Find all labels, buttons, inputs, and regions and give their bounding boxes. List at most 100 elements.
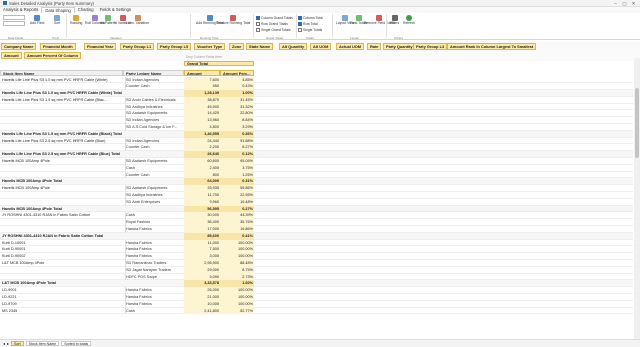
remove-running-total-button[interactable]: Remove Running Total xyxy=(216,15,250,26)
field-chip[interactable]: Financial Month xyxy=(40,43,76,50)
table-row[interactable]: SD Jagat Narayan Traders 29,000 8.75% xyxy=(0,266,633,274)
column-header-party-ledger[interactable]: Party Ledger Name xyxy=(123,70,184,76)
close-icon[interactable]: ✕ xyxy=(629,0,638,7)
table-row[interactable]: Kurti D-90002 Harsha Fabrics 3,000 100.00% xyxy=(0,253,633,261)
field-chip[interactable]: Zone xyxy=(229,43,245,50)
field-chip[interactable]: Party Group L1 xyxy=(120,43,155,50)
table-row[interactable]: Counter Cash 2,200 8.27% xyxy=(0,144,633,152)
table-row[interactable]: Cash 2,400 3.75% xyxy=(0,164,633,172)
stock-item-cell: MS 2345 xyxy=(2,308,18,313)
stock-item-cell: JY ROSHNI 4301-4310 RJAN in Fabric Satin… xyxy=(2,213,90,218)
table-row[interactable]: Havells MCB 100Amp 4Pole SD Aadarsh Equip… xyxy=(0,185,633,193)
table-row[interactable]: HDFC POS Swipe 9,090 2.73% xyxy=(0,273,633,281)
amount-cell: 60,600 xyxy=(184,158,220,165)
sheet-tab[interactable]: Sorted in totals xyxy=(61,341,92,346)
table-row[interactable]: LD-9221 Harsha Fabrics 21,000 100.00% xyxy=(0,294,633,301)
field-chip[interactable]: Voucher Type xyxy=(194,43,226,50)
total-row[interactable]: L&T MCB 100Amp 4Pole Total 3,33,578 1.60% xyxy=(0,280,633,288)
table-row[interactable]: L&T MCB 100Amp 4Pole SD Ramanlinax Trader… xyxy=(0,260,633,267)
total-row[interactable]: JY ROSHNI 4301-4310 RJAN in Fabric Satin… xyxy=(0,232,633,240)
column-header-amount[interactable]: Amount xyxy=(184,70,220,76)
minimize-icon[interactable]: – xyxy=(611,0,620,7)
table-row[interactable]: SD Aadhya Industries 11,700 22.55% xyxy=(0,192,633,199)
data-field-combo[interactable] xyxy=(3,15,25,20)
amount-cell: 17,000 xyxy=(184,226,220,233)
table-row[interactable]: MS 2345 Cash 2,41,800 52.77% xyxy=(0,307,633,315)
table-row[interactable]: Havells Life Line Plus S3 1.5 sq mm PVC … xyxy=(0,96,633,104)
scrollbar-thumb[interactable] xyxy=(635,88,639,158)
total-row[interactable]: Havells Life Line Plus S3 1.5 sq mm PVC … xyxy=(0,130,633,138)
ranking-button[interactable]: Ranking xyxy=(70,15,82,26)
maximize-icon[interactable]: ▢ xyxy=(620,0,629,7)
data-field-combo-2[interactable] xyxy=(3,21,25,26)
sheet-tab[interactable]: Sort xyxy=(11,341,24,346)
table-row[interactable]: Kurti D-10001 Harsha Fabrics 11,000 100.00% xyxy=(0,239,633,247)
amount-cell: 56,595 xyxy=(184,205,220,213)
party-ledger-cell: SD Aadhya Industries xyxy=(125,103,183,111)
field-chip[interactable]: Financial Year xyxy=(84,43,117,50)
table-row[interactable]: SD Aadhya Industries 45,900 31.32% xyxy=(0,103,633,111)
table-row[interactable]: Havells Life Line Plus S3 2.5 sq mm PVC … xyxy=(0,137,633,145)
stock-item-cell: LD-9709 xyxy=(2,301,17,306)
party-ledger-cell: SD Aadhya Industries xyxy=(125,192,183,199)
party-ledger-cell: Harsha Fabrics xyxy=(125,239,183,247)
filters-button[interactable]: Filters xyxy=(390,15,399,26)
row-grand-totals-check[interactable]: Row Grand Totals xyxy=(256,22,288,26)
table-row[interactable]: Kurti D-90001 Harsha Fabrics 7,500 100.00% xyxy=(0,246,633,254)
nav-left-icon[interactable]: ◂ xyxy=(3,341,5,346)
total-row[interactable]: Havells Life Line Plus S3 2.5 sq mm PVC … xyxy=(0,151,633,159)
field-chip[interactable]: State Name xyxy=(246,43,274,50)
table-row[interactable]: Counter Cash 800 1.25% xyxy=(0,171,633,179)
field-chip[interactable]: Party Quantity xyxy=(383,43,416,50)
table-row[interactable]: Harsha Fabrics 17,000 19.86% xyxy=(0,226,633,233)
field-chip[interactable]: Party Group L5 xyxy=(157,43,192,50)
total-row[interactable]: Havells MCB 100Amp 4Pole Total 64,000 0.31… xyxy=(0,178,633,186)
table-row[interactable]: Royal Fashion 36,400 35.76% xyxy=(0,219,633,227)
add-field-button[interactable]: Add Field xyxy=(30,15,44,26)
amount-percent-cell: 100.00% xyxy=(220,253,254,261)
amount-cell: 3,000 xyxy=(184,253,220,261)
party-ledger-cell: Harsha Fabrics xyxy=(125,246,183,253)
total-row[interactable]: Havells Life Line Plus S3 1.0 sq mm PVC … xyxy=(0,90,633,97)
sort-button[interactable]: Sort xyxy=(54,15,60,26)
field-chip[interactable]: Alt Quantity xyxy=(279,43,308,50)
pivot-rows: Havells Life Line Plus S3 1.0 sq mm PVC … xyxy=(0,76,633,315)
table-row[interactable]: Havells Life Line Plus S3 1.0 sq mm PVC … xyxy=(0,76,633,84)
table-row[interactable]: LD-9001 Harsha Fabrics 26,000 100.00% xyxy=(0,287,633,294)
amount-percent-cell: 100.00% xyxy=(220,239,254,247)
table-row[interactable]: Havells MCB 100Amp 4Pole SD Aadarsh Equip… xyxy=(0,158,633,165)
table-row[interactable]: JY ROSHNI 4301-4310 RJAN in Fabric Satin… xyxy=(0,212,633,220)
field-chip[interactable]: Alt UOM xyxy=(310,43,332,50)
table-row[interactable]: SD Indian Agencies 13,960 8.84% xyxy=(0,117,633,125)
table-row[interactable]: Counter Cash 950 0.43% xyxy=(0,83,633,91)
field-chip[interactable]: Company Name xyxy=(1,43,37,50)
column-grand-totals-check[interactable]: Column Grand Totals xyxy=(256,16,293,20)
column-header-stock-item[interactable]: Stock Item Name xyxy=(0,70,123,76)
row-total-check[interactable]: Row Total xyxy=(298,22,318,26)
refresh-button[interactable]: Refresh xyxy=(403,15,415,26)
amount-cell: 3,33,578 xyxy=(184,280,220,288)
single-grand-totals-check[interactable]: Single Grand Totals xyxy=(256,28,291,32)
column-header-amount-percent[interactable]: Amount Perc... xyxy=(220,70,254,76)
table-row[interactable]: LD-9709 Harsha Fabrics 10,000 100.00% xyxy=(0,300,633,308)
vertical-scrollbar[interactable] xyxy=(634,58,640,340)
amount-cell: 36,400 xyxy=(184,219,220,227)
table-row[interactable]: SD Aadarsh Equipments 14,425 22.80% xyxy=(0,110,633,118)
abs-variation-button[interactable]: Abs. Variation xyxy=(128,15,149,26)
amount-cell: 4,800 xyxy=(184,124,220,131)
single-totals-check[interactable]: Single Totals xyxy=(298,28,322,32)
amount-percent-cell: 22.80% xyxy=(220,110,254,118)
column-total-check[interactable]: Column Total xyxy=(298,16,323,20)
total-row[interactable]: Havells MCB 100Amp 4Pole Total 56,595 0.27… xyxy=(0,205,633,213)
table-row[interactable]: SD Aarti Enterprises 9,960 19.48% xyxy=(0,198,633,206)
table-row[interactable]: SD A.S.Cold Storage & Ice F... 4,800 3.29% xyxy=(0,124,633,131)
nav-right-icon[interactable]: ▸ xyxy=(7,341,9,346)
field-chip[interactable]: Party Group L3 xyxy=(413,43,448,50)
field-chip[interactable]: Rate xyxy=(367,43,382,50)
party-ledger-cell: Cash xyxy=(125,164,183,172)
amount-percent-cell: 0.41% xyxy=(220,232,254,240)
amount-cell: 9,090 xyxy=(184,273,220,281)
sheet-tab[interactable]: Stock Item Name xyxy=(25,341,60,346)
field-chip[interactable]: Actual UOM xyxy=(336,43,365,50)
field-chip[interactable]: Amount Rank In Column Largest To Smalles… xyxy=(447,43,537,50)
